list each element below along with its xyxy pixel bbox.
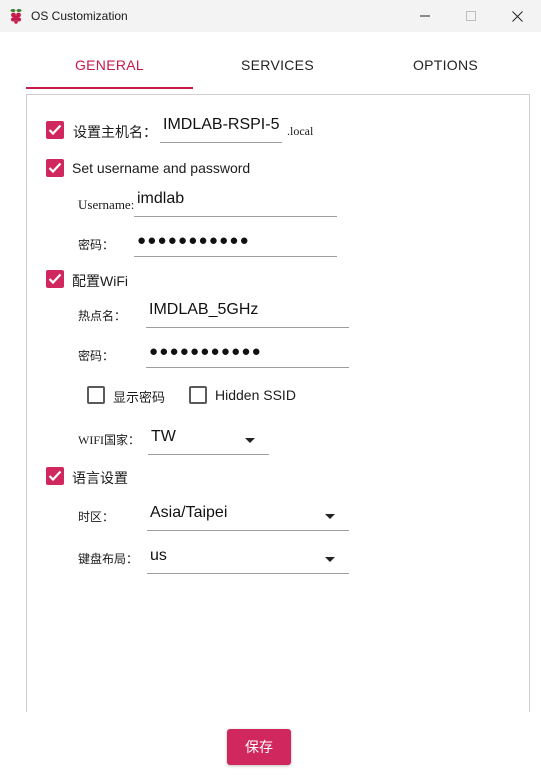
user-password-label: 密码： [78, 238, 115, 252]
username-label: Username: [78, 197, 135, 212]
ssid-label: 热点名： [78, 309, 127, 323]
keyboard-value: us [150, 547, 167, 564]
checkmark-icon [48, 470, 62, 482]
maximize-icon [466, 11, 476, 21]
ssid-value: IMDLAB_5GHz [149, 301, 259, 318]
show-password-checkbox[interactable] [87, 386, 105, 404]
wifi-password-value: ●●●●●●●●●●● [149, 343, 262, 360]
user-password-value: ●●●●●●●●●●● [137, 232, 250, 249]
timezone-label: 时区： [78, 510, 115, 524]
raspberry-pi-icon [10, 9, 22, 24]
maximize-button[interactable] [448, 0, 494, 32]
chevron-down-icon [325, 557, 335, 562]
checkmark-icon [48, 273, 62, 285]
hidden-ssid-label: Hidden SSID [215, 387, 296, 403]
hostname-value: IMDLAB-RSPI-5 [163, 116, 280, 133]
ssid-input[interactable]: IMDLAB_5GHz [146, 300, 349, 328]
timezone-value: Asia/Taipei [150, 504, 228, 521]
chevron-down-icon [245, 438, 255, 443]
hidden-ssid-checkbox[interactable] [189, 386, 207, 404]
close-icon [511, 10, 523, 22]
show-password-label: 显示密码 [113, 390, 166, 405]
user-checkbox[interactable] [46, 159, 64, 177]
hostname-suffix: .local [287, 124, 314, 138]
window-title: OS Customization [31, 9, 128, 23]
wifi-country-value: TW [151, 428, 176, 445]
timezone-select[interactable]: Asia/Taipei [147, 503, 349, 531]
tab-services[interactable]: SERVICES [193, 40, 362, 90]
wifi-checkbox[interactable] [46, 270, 64, 288]
hostname-input[interactable]: IMDLAB-RSPI-5 [160, 115, 282, 143]
wifi-country-label: WIFI国家： [78, 433, 140, 447]
wifi-password-label: 密码： [78, 349, 115, 363]
hostname-checkbox[interactable] [46, 121, 64, 139]
locale-section-label: 语言设置 [72, 470, 128, 486]
chevron-down-icon [325, 514, 335, 519]
wifi-section-label: 配置WiFi [72, 273, 128, 289]
username-input[interactable]: imdlab [134, 189, 337, 217]
keyboard-select[interactable]: us [147, 546, 349, 574]
keyboard-label: 键盘布局： [78, 552, 139, 566]
wifi-country-select[interactable]: TW [148, 427, 269, 455]
checkmark-icon [48, 124, 62, 136]
tab-options[interactable]: OPTIONS [362, 40, 529, 90]
save-button[interactable]: 保存 [227, 729, 291, 765]
minimize-icon [420, 15, 430, 17]
user-section-label: Set username and password [72, 160, 251, 176]
locale-checkbox[interactable] [46, 467, 64, 485]
hostname-label: 设置主机名： [73, 124, 157, 140]
checkmark-icon [48, 162, 62, 174]
wifi-password-input[interactable]: ●●●●●●●●●●● [146, 340, 349, 368]
title-bar: OS Customization [0, 0, 541, 32]
close-button[interactable] [494, 0, 540, 32]
username-value: imdlab [137, 190, 185, 207]
active-tab-indicator [26, 87, 193, 89]
tab-bar: GENERAL SERVICES OPTIONS [26, 40, 529, 90]
user-password-input[interactable]: ●●●●●●●●●●● [134, 229, 337, 257]
tab-general[interactable]: GENERAL [26, 40, 193, 90]
minimize-button[interactable] [402, 0, 448, 32]
